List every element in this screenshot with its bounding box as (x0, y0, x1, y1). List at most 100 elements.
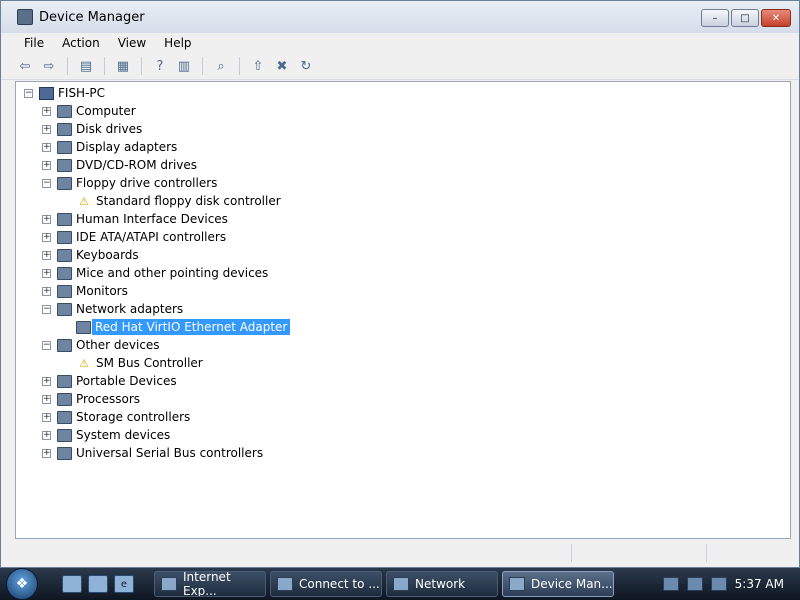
device-icon (57, 302, 72, 316)
menu-view[interactable]: View (109, 36, 155, 50)
category-item[interactable]: + Keyboards (42, 246, 139, 264)
expand-toggle[interactable]: + (42, 214, 51, 224)
tree-label: Keyboards (76, 248, 139, 262)
device-item[interactable]: ⚠ Standard floppy disk controller (76, 192, 281, 210)
task-label: Network (415, 577, 466, 591)
update-driver-icon[interactable]: ⇧ (248, 56, 268, 76)
collapse-toggle[interactable]: − (24, 88, 33, 98)
device-icon (57, 104, 72, 118)
expand-toggle[interactable]: + (42, 232, 51, 242)
device-icon (57, 122, 72, 136)
taskbar-button[interactable]: Network (386, 571, 498, 597)
tree-label: Standard floppy disk controller (96, 194, 281, 208)
collapse-toggle[interactable]: − (42, 340, 51, 350)
tree-label: Universal Serial Bus controllers (76, 446, 264, 460)
tree-label: Storage controllers (76, 410, 191, 424)
expand-toggle[interactable]: + (42, 142, 51, 152)
expand-toggle[interactable]: + (42, 448, 51, 458)
toolbar-separator (239, 57, 240, 75)
tree-label: Human Interface Devices (76, 212, 228, 226)
category-item[interactable]: + Storage controllers (42, 408, 190, 426)
taskbar-button[interactable]: Connect to ... (270, 571, 382, 597)
tree-label: Red Hat VirtIO Ethernet Adapter (92, 319, 291, 335)
taskbar: ❖ e Internet Exp... Connect to ... Network… (0, 568, 800, 600)
expand-toggle[interactable]: + (42, 250, 51, 260)
forward-icon[interactable]: ⇨ (39, 56, 59, 76)
menu-help[interactable]: Help (155, 36, 200, 50)
security-tray-icon[interactable] (686, 577, 703, 591)
expand-toggle[interactable]: + (42, 430, 51, 440)
category-item[interactable]: + Computer (42, 102, 136, 120)
expand-toggle[interactable]: + (42, 412, 51, 422)
computer-icon (39, 86, 54, 100)
device-icon (57, 428, 72, 442)
expand-toggle[interactable]: + (42, 286, 51, 296)
toolbar: ⇦ ⇨ ▤ ▦? ▥ ⌕ ⇧ ✖ ↻ (1, 53, 799, 80)
device-icon (57, 338, 72, 352)
menu-action[interactable]: Action (53, 36, 109, 50)
expand-toggle[interactable]: + (42, 106, 51, 116)
volume-tray-icon[interactable] (710, 577, 727, 591)
category-item[interactable]: + Human Interface Devices (42, 210, 228, 228)
toolbar-separator (104, 57, 105, 75)
taskbar-button[interactable]: Internet Exp... (154, 571, 266, 597)
category-item[interactable]: + Processors (42, 390, 140, 408)
switch-windows-icon[interactable] (88, 575, 108, 593)
taskbar-button[interactable]: Device Man... (502, 571, 614, 597)
help-icon[interactable]: ? (150, 56, 170, 76)
expand-toggle[interactable]: + (42, 124, 51, 134)
expand-toggle[interactable]: + (42, 160, 51, 170)
category-item[interactable]: + Disk drives (42, 120, 142, 138)
close-button[interactable]: ✕ (761, 9, 791, 27)
category-item[interactable]: + Monitors (42, 282, 128, 300)
task-icon (277, 577, 293, 591)
device-item[interactable]: ⚠ SM Bus Controller (76, 354, 203, 372)
device-icon (57, 248, 72, 262)
minimize-button[interactable]: – (701, 9, 729, 27)
clock[interactable]: 5:37 AM (735, 577, 784, 591)
start-button[interactable]: ❖ (0, 568, 44, 600)
tree-label: DVD/CD-ROM drives (76, 158, 198, 172)
menu-file[interactable]: File (15, 36, 53, 50)
category-item[interactable]: + Display adapters (42, 138, 177, 156)
expand-toggle[interactable]: + (42, 268, 51, 278)
category-item[interactable]: + DVD/CD-ROM drives (42, 156, 197, 174)
tree-label: SM Bus Controller (96, 356, 203, 370)
collapse-toggle[interactable]: − (42, 304, 51, 314)
device-tree[interactable]: − FISH-PC + Computer + Disk drives + Display … (15, 81, 791, 539)
status-bar (15, 542, 791, 564)
device-icon (57, 176, 72, 190)
tree-label: Monitors (76, 284, 128, 298)
tree-label: Display adapters (76, 140, 178, 154)
expand-toggle[interactable]: + (42, 376, 51, 386)
scan-icon[interactable]: ⌕ (211, 56, 231, 76)
category-item[interactable]: + Portable Devices (42, 372, 177, 390)
tree-root[interactable]: − FISH-PC (24, 84, 105, 102)
category-item[interactable]: − Floppy drive controllers (42, 174, 217, 192)
update-icon[interactable]: ▦ (113, 56, 133, 76)
device-icon (57, 446, 72, 460)
tree-label: Network adapters (76, 302, 184, 316)
device-item[interactable]: Red Hat VirtIO Ethernet Adapter (76, 318, 291, 336)
uninstall-icon[interactable]: ✖ (272, 56, 292, 76)
expand-toggle[interactable]: + (42, 394, 51, 404)
title-bar[interactable]: Device Manager – □ ✕ (1, 1, 799, 33)
maximize-button[interactable]: □ (731, 9, 759, 27)
network-tray-icon[interactable] (662, 577, 679, 591)
device-icon (57, 266, 72, 280)
category-item[interactable]: + Mice and other pointing devices (42, 264, 268, 282)
category-item[interactable]: + System devices (42, 426, 170, 444)
category-item[interactable]: − Network adapters (42, 300, 183, 318)
show-desktop-icon[interactable] (62, 575, 82, 593)
task-icon (393, 577, 409, 591)
enable-icon[interactable]: ↻ (296, 56, 316, 76)
back-icon[interactable]: ⇦ (15, 56, 35, 76)
view-icon[interactable]: ▥ (174, 56, 194, 76)
internet-explorer-icon[interactable]: e (114, 575, 134, 593)
warning-device-icon: ⚠ (79, 356, 89, 370)
category-item[interactable]: + Universal Serial Bus controllers (42, 444, 263, 462)
collapse-toggle[interactable]: − (42, 178, 51, 188)
category-item[interactable]: − Other devices (42, 336, 160, 354)
properties-icon[interactable]: ▤ (76, 56, 96, 76)
category-item[interactable]: + IDE ATA/ATAPI controllers (42, 228, 226, 246)
